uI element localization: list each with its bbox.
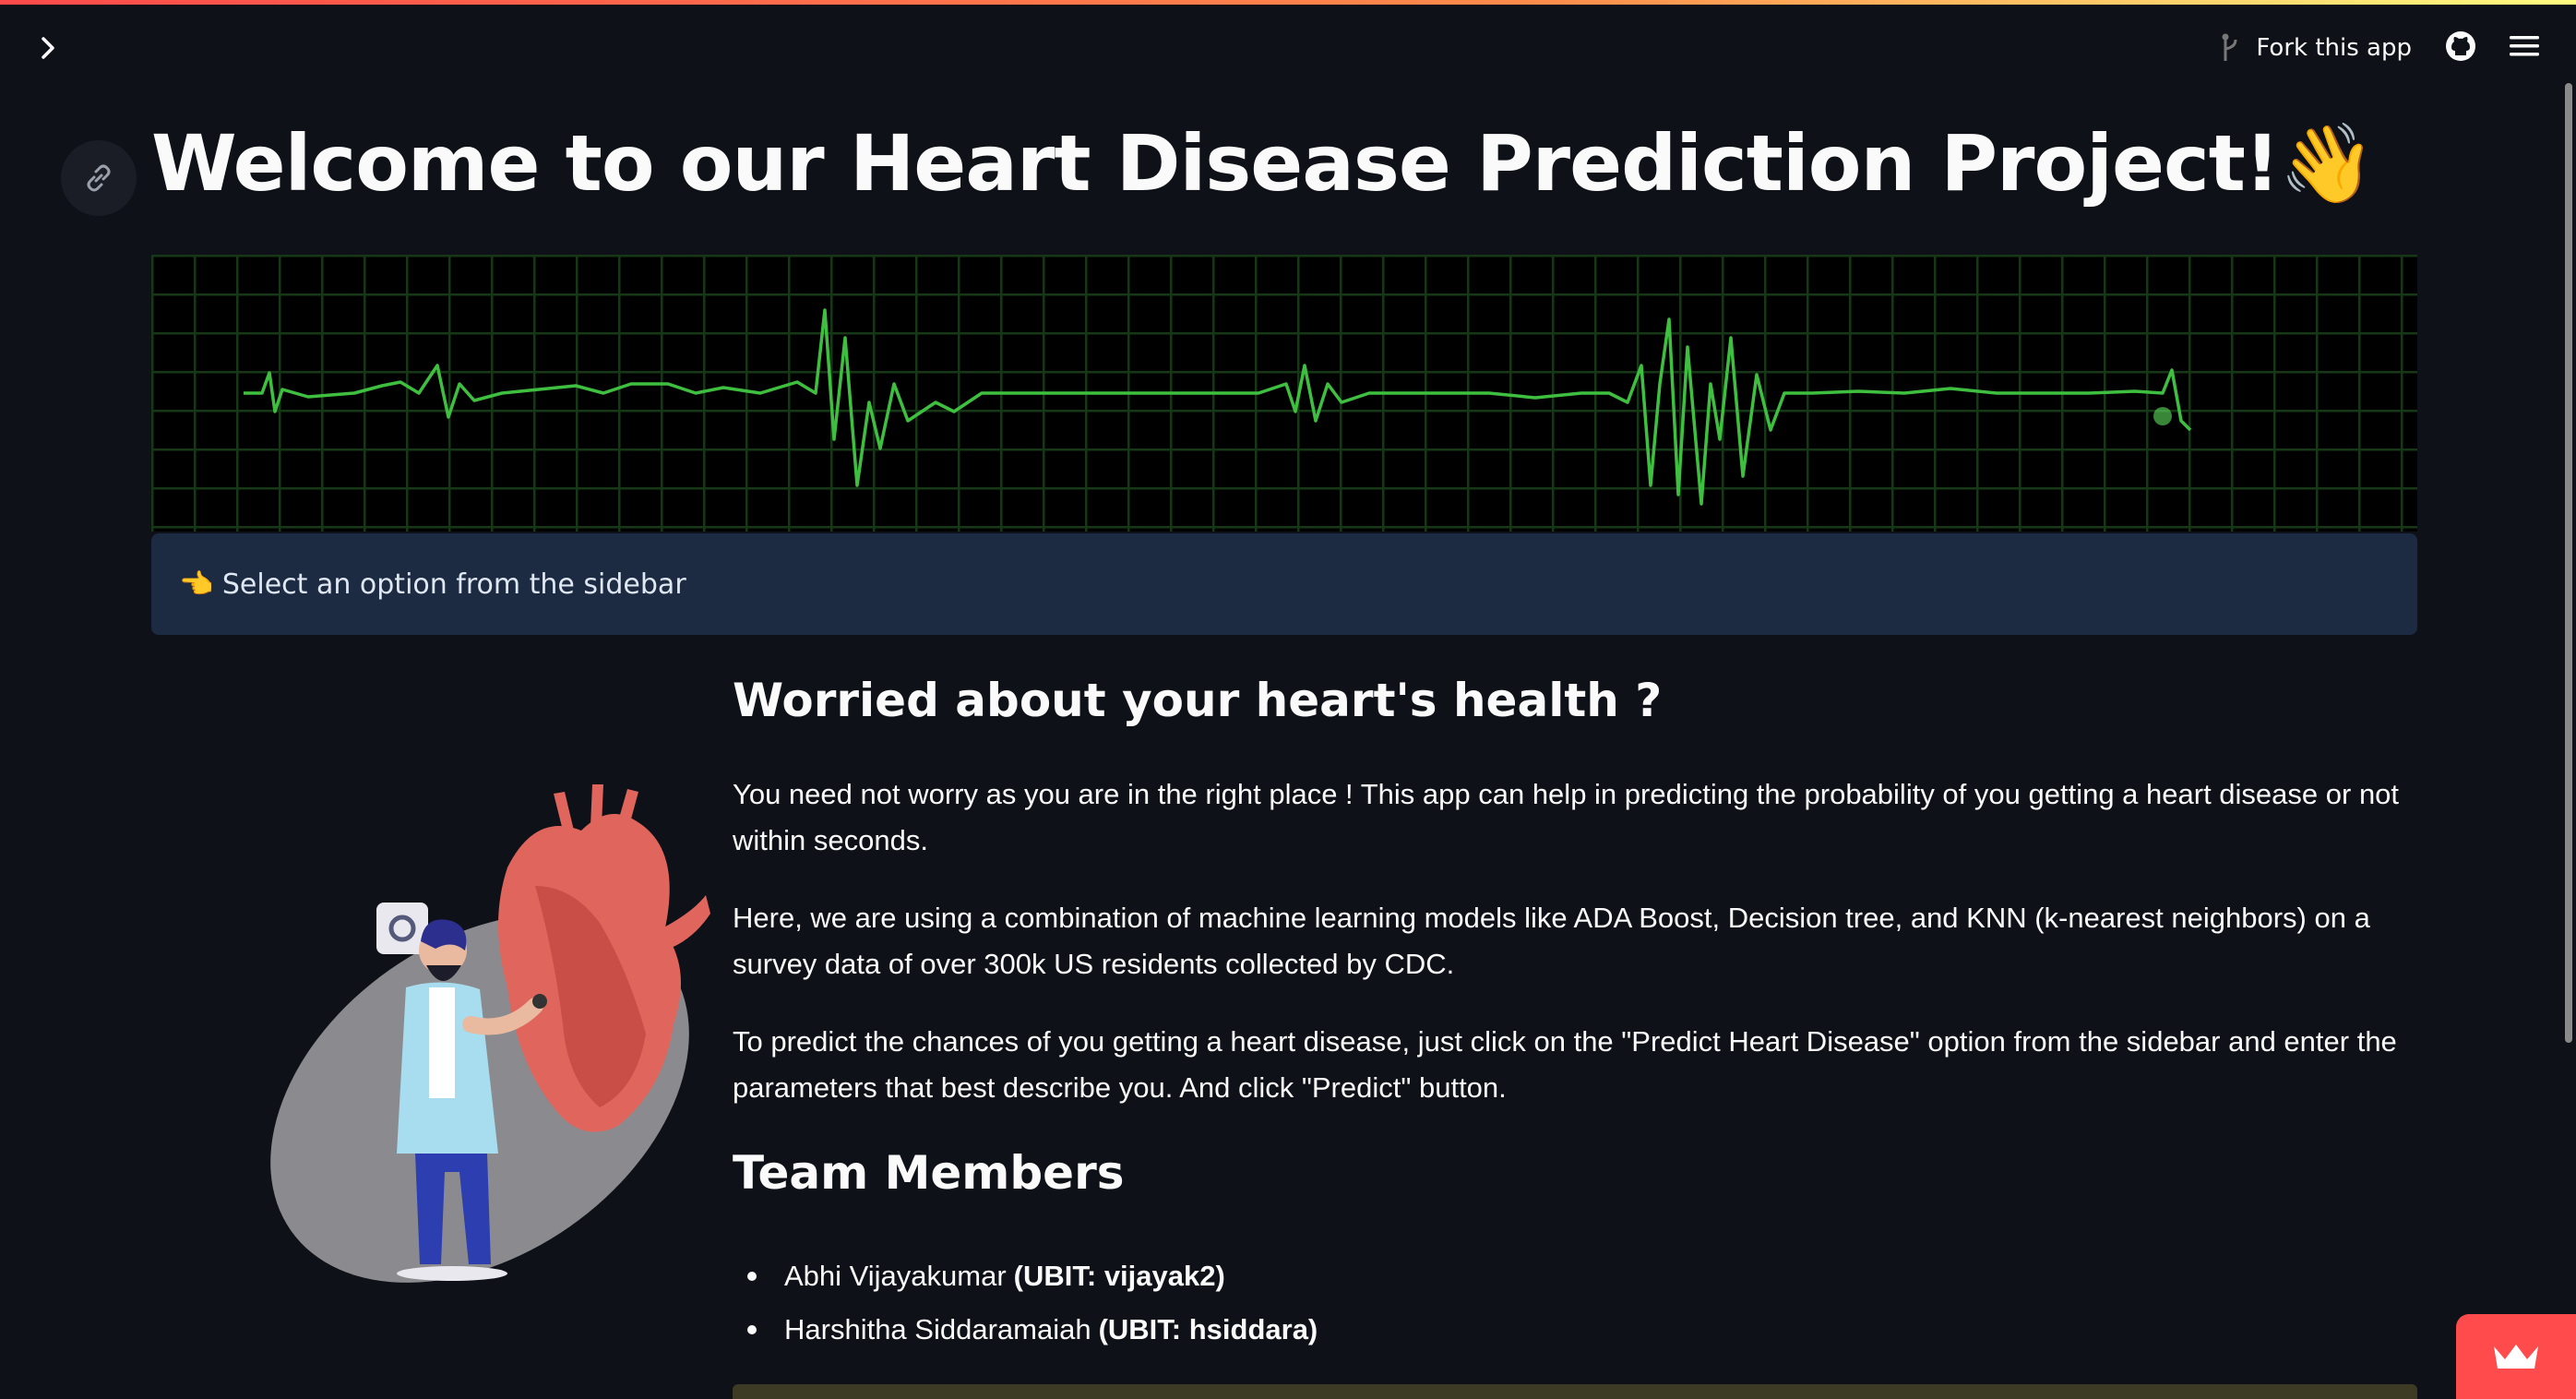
info-text: 👈 Select an option from the sidebar <box>179 568 686 601</box>
bullet-icon <box>747 1325 757 1334</box>
member-ubit: (UBIT: vijayak2) <box>1013 1260 1225 1292</box>
github-icon <box>2446 31 2475 61</box>
sidebar-expand-button[interactable] <box>28 28 68 68</box>
fork-app-button[interactable]: Fork this app <box>2221 32 2412 64</box>
page-title: Welcome to our Heart Disease Prediction … <box>151 118 2376 209</box>
fork-icon <box>2222 33 2237 61</box>
list-item: Harshitha Siddaramaiah (UBIT: hsiddara) <box>733 1303 1318 1357</box>
info-alert: 👈 Select an option from the sidebar <box>151 533 2417 635</box>
member-name: Abhi Vijayakumar <box>784 1260 1007 1292</box>
paragraph-models: Here, we are using a combination of mach… <box>733 902 2370 980</box>
hamburger-menu-icon <box>2510 36 2539 56</box>
link-icon <box>87 164 111 192</box>
team-list: Abhi Vijayakumar (UBIT: vijayak2) Harshi… <box>733 1250 1318 1357</box>
top-decoration-bar <box>0 0 2576 5</box>
member-ubit: (UBIT: hsiddara) <box>1098 1313 1318 1345</box>
scrollbar[interactable] <box>2565 83 2572 1043</box>
paragraph-intro: You need not worry as you are in the rig… <box>733 778 2400 856</box>
header-toolbar: Fork this app <box>2221 22 2539 74</box>
fork-label: Fork this app <box>2256 34 2412 62</box>
chevron-right-icon <box>42 37 54 59</box>
member-name: Harshitha Siddaramaiah <box>784 1313 1091 1345</box>
streamlit-badge[interactable] <box>2456 1314 2576 1399</box>
team-heading: Team Members <box>733 1146 1125 1200</box>
doctor-heart-illustration <box>231 784 710 1301</box>
list-item: Abhi Vijayakumar (UBIT: vijayak2) <box>733 1250 1318 1303</box>
paragraph-instructions: To predict the chances of you getting a … <box>733 1025 2397 1104</box>
next-block-edge <box>733 1384 2417 1399</box>
heading-anchor-link[interactable] <box>61 140 137 216</box>
github-button[interactable] <box>2445 30 2476 66</box>
bullet-icon <box>747 1272 757 1281</box>
ecg-banner-image <box>151 255 2417 532</box>
crown-icon <box>2494 1345 2538 1369</box>
main-menu-button[interactable] <box>2510 34 2539 62</box>
section-heading: Worried about your heart's health ? <box>733 674 1663 727</box>
